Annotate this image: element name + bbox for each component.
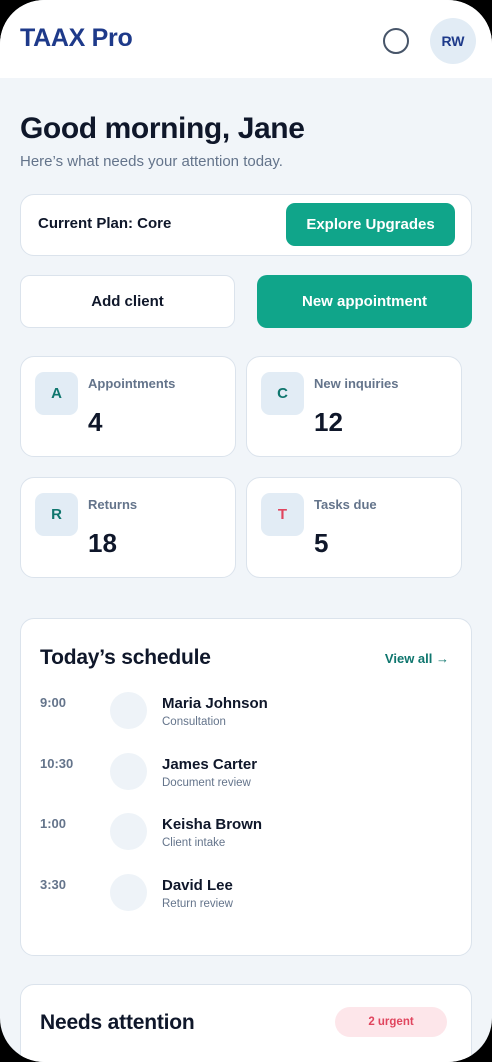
explore-upgrades-button[interactable]: Explore Upgrades [286,203,455,246]
client-avatar [110,874,147,911]
stat-value: 5 [314,528,329,558]
stat-value: 12 [314,407,343,437]
stat-label: Appointments [88,376,176,391]
app-brand: TAAX Pro [20,24,133,52]
client-name: James Carter [162,756,258,773]
client-avatar [110,753,147,790]
schedule-title: Today’s schedule [40,646,211,669]
stat-badge: C [261,372,304,415]
schedule-card: Today’s schedule View all → 9:00 Maria J… [20,618,472,956]
appointment-type: Document review [162,777,251,789]
top-bar: TAAX Pro RW [0,0,492,78]
schedule-row[interactable]: 3:30 David Lee Return review [21,874,473,924]
client-name: Maria Johnson [162,695,268,712]
client-avatar [110,692,147,729]
client-avatar [110,813,147,850]
greeting-subtitle: Here’s what needs your attention today. [20,153,283,170]
stat-badge: R [35,493,78,536]
greeting-title: Good morning, Jane [20,112,305,145]
stat-card-tasks-due[interactable]: T Tasks due 5 [246,477,462,578]
stat-badge: T [261,493,304,536]
needs-attention-card: Needs attention 2 urgent [20,984,472,1062]
stat-card-new-inquiries[interactable]: C New inquiries 12 [246,356,462,457]
stat-value: 4 [88,407,103,437]
appointment-time: 9:00 [40,695,67,710]
stat-label: New inquiries [314,376,399,391]
appointment-type: Consultation [162,716,226,728]
appointment-type: Return review [162,898,233,910]
app-screen: TAAX Pro RW Good morning, Jane Here’s wh… [0,0,492,1062]
schedule-row[interactable]: 1:00 Keisha Brown Client intake [21,813,473,863]
stat-card-returns[interactable]: R Returns 18 [20,477,236,578]
client-name: Keisha Brown [162,816,263,833]
add-client-button[interactable]: Add client [20,275,235,328]
urgent-badge: 2 urgent [335,1007,447,1037]
stat-label: Tasks due [314,497,377,512]
plan-card: Current Plan: Core Explore Upgrades [20,194,472,256]
needs-attention-title: Needs attention [40,1011,195,1034]
stat-value: 18 [88,528,117,558]
appointment-type: Client intake [162,837,226,849]
stat-badge: A [35,372,78,415]
stat-label: Returns [88,497,138,512]
view-all-link[interactable]: View all → [385,651,449,666]
appointment-time: 3:30 [40,877,67,892]
user-avatar[interactable]: RW [430,18,476,64]
schedule-row[interactable]: 9:00 Maria Johnson Consultation [21,692,473,742]
stat-card-appointments[interactable]: A Appointments 4 [20,356,236,457]
appointment-time: 10:30 [40,756,74,771]
client-name: David Lee [162,877,233,894]
current-plan-label: Current Plan: Core [38,215,172,232]
appointment-time: 1:00 [40,816,67,831]
status-circle-icon[interactable] [383,28,409,54]
new-appointment-button[interactable]: New appointment [257,275,472,328]
schedule-row[interactable]: 10:30 James Carter Document review [21,753,473,803]
